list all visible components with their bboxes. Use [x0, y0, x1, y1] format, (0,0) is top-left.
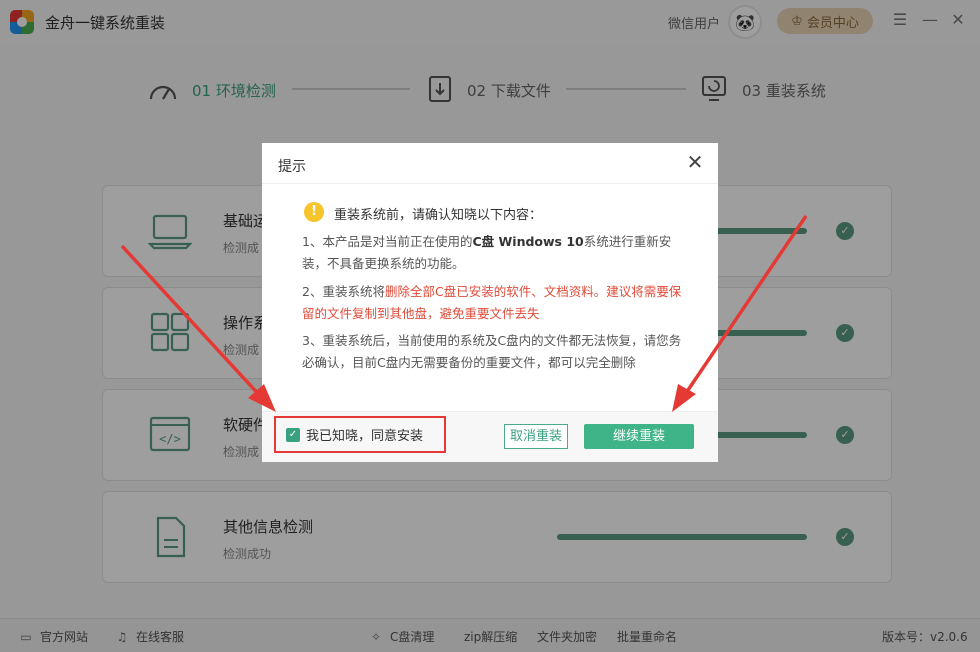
continue-reinstall-button[interactable]: 继续重装: [584, 424, 694, 449]
cancel-reinstall-button[interactable]: 取消重装: [504, 424, 568, 449]
notice-item-3: 3、重装系统后，当前使用的系统及C盘内的文件都无法恢复，请您务必确认，目前C盘内…: [302, 330, 686, 374]
warning-icon: !: [304, 202, 324, 222]
dialog-close-icon[interactable]: ✕: [684, 151, 706, 173]
agree-label: 我已知晓，同意安装: [306, 429, 424, 444]
notice-1-text: 1、本产品是对当前正在使用的: [302, 234, 473, 249]
dialog-heading: 重装系统前，请确认知晓以下内容：: [334, 208, 543, 223]
dialog-title: 提示: [278, 159, 306, 175]
dialog-divider: [262, 183, 718, 184]
dialog-footer: ✓ 我已知晓，同意安装 取消重装 继续重装: [262, 411, 718, 462]
notice-3-text: 3、重装系统后，当前使用的系统及C盘内的文件都无法恢复，请您务必确认，目前C盘内…: [302, 333, 682, 370]
agree-checkbox[interactable]: ✓ 我已知晓，同意安装: [274, 416, 446, 453]
notice-2-text: 2、重装系统将: [302, 284, 385, 299]
notice-item-2: 2、重装系统将删除全部C盘已安装的软件、文档资料。建议将需要保留的文件复制到其他…: [302, 281, 686, 325]
notice-1-system: C盘 Windows 10: [472, 234, 584, 249]
notice-item-1: 1、本产品是对当前正在使用的C盘 Windows 10系统进行重新安装，不具备更…: [302, 231, 686, 275]
checkbox-checked-icon[interactable]: ✓: [286, 427, 300, 442]
reinstall-confirm-dialog: 提示 ✕ ! 重装系统前，请确认知晓以下内容： 1、本产品是对当前正在使用的C盘…: [262, 143, 718, 462]
